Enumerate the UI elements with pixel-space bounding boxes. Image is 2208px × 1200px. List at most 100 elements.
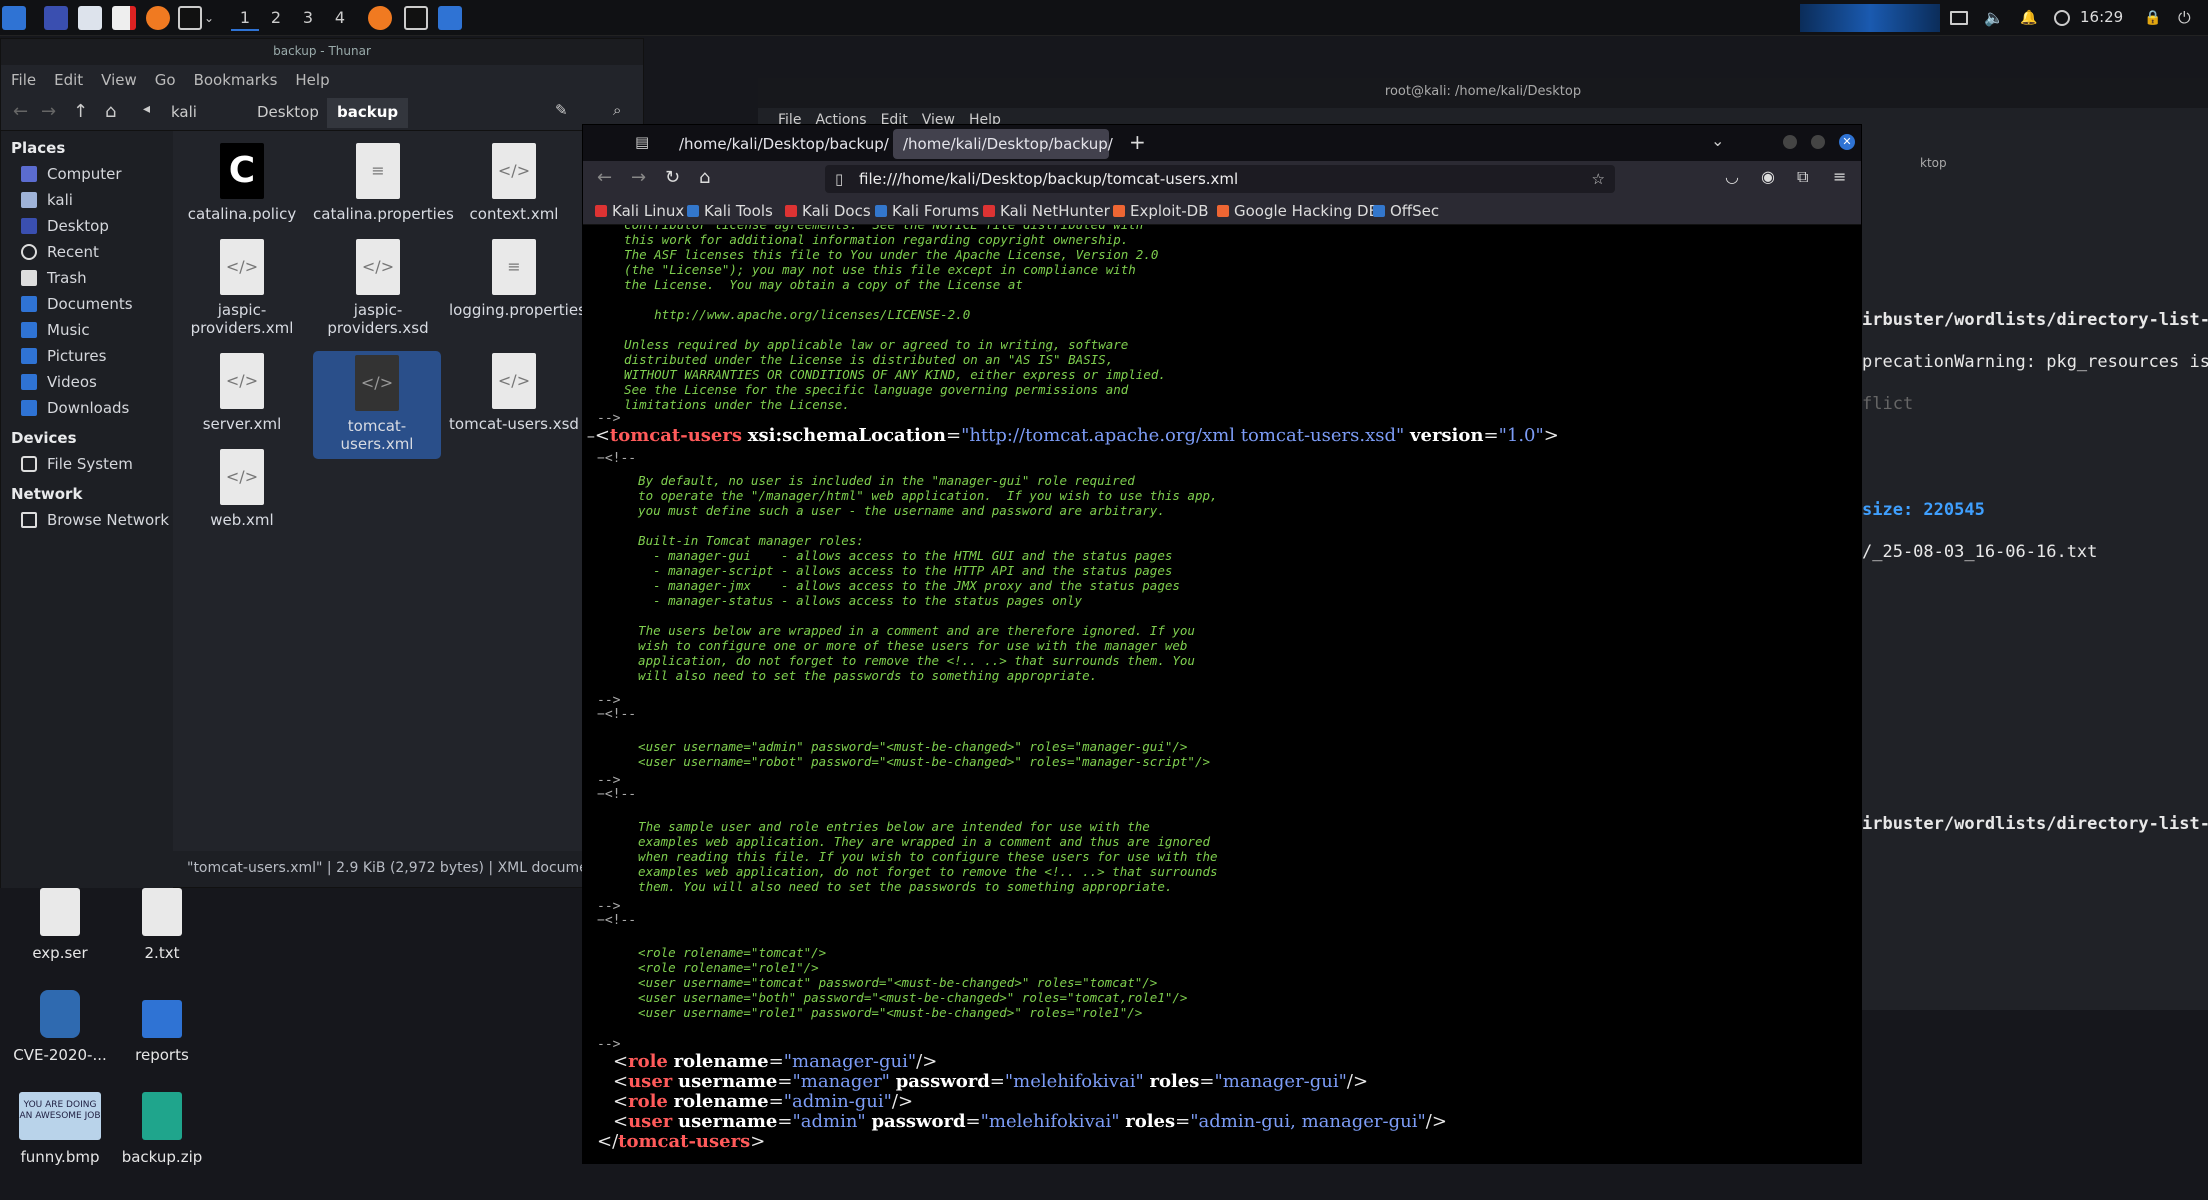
collapse-toggle[interactable]: − xyxy=(597,707,605,722)
file-item[interactable]: </> web.xml xyxy=(177,449,307,529)
workspace-3[interactable]: 3 xyxy=(294,5,322,31)
bookmark-item[interactable]: Kali Forums xyxy=(875,197,979,225)
reload-icon[interactable]: ↻ xyxy=(665,167,680,188)
chevron-down-icon[interactable]: ⌄ xyxy=(204,6,218,30)
tab-1[interactable]: /home/kali/Desktop/backup/✕ xyxy=(669,129,889,183)
menu-edit[interactable]: Edit xyxy=(54,71,83,89)
show-desktop-icon[interactable] xyxy=(44,6,68,30)
sidebar-item-file-system[interactable]: File System xyxy=(1,451,173,477)
sidebar-item-desktop[interactable]: Desktop xyxy=(1,213,173,239)
logout-icon[interactable]: ⏻ xyxy=(2178,6,2194,30)
menu-help[interactable]: Help xyxy=(295,71,329,89)
collapse-toggle[interactable]: − xyxy=(597,913,605,928)
file-item[interactable]: </> tomcat-users.xsd xyxy=(449,353,579,433)
desktop-icon-label: 2.txt xyxy=(144,944,180,962)
edit-path-icon[interactable]: ✎ xyxy=(555,101,568,119)
sidebar-item-documents[interactable]: Documents xyxy=(1,291,173,317)
pocket-icon[interactable]: ◡ xyxy=(1725,167,1739,186)
display-icon[interactable] xyxy=(1950,11,1968,25)
power-status-icon[interactable] xyxy=(2054,10,2070,26)
sidebar-item-recent[interactable]: Recent xyxy=(1,239,173,265)
bookmark-item[interactable]: Kali NetHunter xyxy=(983,197,1110,225)
bookmark-star-icon[interactable]: ☆ xyxy=(1592,165,1605,193)
account-icon[interactable]: ◉ xyxy=(1761,167,1775,186)
sidebar-item-videos[interactable]: Videos xyxy=(1,369,173,395)
home-icon[interactable]: ⌂ xyxy=(699,167,710,188)
folder-window-icon[interactable] xyxy=(438,6,462,30)
desktop-icon-backup-zip[interactable]: backup.zip xyxy=(102,1092,222,1166)
collapse-toggle[interactable]: − xyxy=(597,451,605,466)
file-item[interactable]: </> jaspic-providers.xsd xyxy=(313,239,443,337)
firefox-icon[interactable] xyxy=(146,6,170,30)
bookmark-item[interactable]: OffSec xyxy=(1373,197,1439,225)
terminal-window-icon[interactable] xyxy=(404,6,428,30)
menu-file[interactable]: File xyxy=(11,71,36,89)
drive-icon xyxy=(21,456,37,472)
kali-menu-icon[interactable] xyxy=(2,6,26,30)
sidebar-item-label: Videos xyxy=(47,373,97,391)
menu-view[interactable]: View xyxy=(101,71,137,89)
clock[interactable]: 16:29 xyxy=(2080,8,2123,26)
menu-go[interactable]: Go xyxy=(155,71,176,89)
lock-icon[interactable]: 🔒 xyxy=(2144,6,2161,30)
sidebar-item-computer[interactable]: Computer xyxy=(1,161,173,187)
new-tab-icon[interactable]: + xyxy=(1129,130,1146,154)
menu-bookmarks[interactable]: Bookmarks xyxy=(194,71,278,89)
path-left-icon[interactable]: ◂ xyxy=(143,101,150,117)
minimize-icon[interactable] xyxy=(1783,135,1797,149)
file-item[interactable]: </> server.xml xyxy=(177,353,307,433)
sidebar-item-downloads[interactable]: Downloads xyxy=(1,395,173,421)
menu-icon[interactable]: ≡ xyxy=(1833,167,1846,186)
bookmark-item[interactable]: Exploit-DB xyxy=(1113,197,1209,225)
home-icon[interactable]: ⌂ xyxy=(105,101,116,122)
back-arrow-icon[interactable]: ← xyxy=(597,167,612,188)
tab-list-icon[interactable]: ▤ xyxy=(635,133,649,151)
file-item[interactable]: Ccatalina.policy xyxy=(177,143,307,223)
terminal-output-area[interactable] xyxy=(1862,130,2208,1010)
terminal-icon[interactable] xyxy=(178,6,202,30)
desktop-icon-2-txt[interactable]: 2.txt xyxy=(102,888,222,962)
collapse-toggle[interactable]: − xyxy=(587,430,595,445)
sidebar-item-browse-network[interactable]: Browse Network xyxy=(1,507,173,533)
extensions-icon[interactable]: ⧉ xyxy=(1797,167,1808,187)
bookmark-item[interactable]: Kali Docs xyxy=(785,197,871,225)
sidebar-item-kali[interactable]: kali xyxy=(1,187,173,213)
workspace-2[interactable]: 2 xyxy=(262,5,290,31)
file-item[interactable]: ≡ catalina.properties xyxy=(313,143,454,223)
file-item-selected[interactable]: </> tomcat-users.xml xyxy=(313,351,441,459)
close-window-icon[interactable]: ✕ xyxy=(1839,134,1855,150)
bookmark-item[interactable]: Kali Linux xyxy=(595,197,684,225)
up-arrow-icon[interactable]: ↑ xyxy=(73,101,88,122)
file-item[interactable]: </> jaspic-providers.xml xyxy=(177,239,307,337)
chevron-down-icon[interactable]: ⌄ xyxy=(1711,131,1724,150)
url-bar[interactable]: ▯ file:///home/kali/Desktop/backup/tomcat… xyxy=(825,165,1615,193)
bookmark-item[interactable]: Kali Tools xyxy=(687,197,773,225)
file-manager-icon[interactable] xyxy=(78,6,102,30)
workspace-1[interactable]: 1 xyxy=(231,5,259,31)
file-item[interactable]: ≡ logging.properties xyxy=(449,239,586,319)
maximize-icon[interactable] xyxy=(1811,135,1825,149)
sidebar-item-pictures[interactable]: Pictures xyxy=(1,343,173,369)
search-icon[interactable]: ⌕ xyxy=(613,101,621,119)
firefox-window[interactable]: ▤ /home/kali/Desktop/backup/✕ /home/kali… xyxy=(582,124,1862,1164)
sidebar-item-trash[interactable]: Trash xyxy=(1,265,173,291)
thunar-window[interactable]: backup - Thunar File Edit View Go Bookmarks H… xyxy=(0,38,644,888)
sidebar-item-music[interactable]: Music xyxy=(1,317,173,343)
desktop-icon-reports[interactable]: reports xyxy=(102,990,222,1064)
workspace-4[interactable]: 4 xyxy=(326,5,354,31)
firefox-window-icon[interactable] xyxy=(368,6,392,30)
file-item[interactable]: </> context.xml xyxy=(449,143,579,223)
forward-arrow-icon[interactable]: → xyxy=(41,101,56,122)
tab-2-active[interactable]: /home/kali/Desktop/backup/✕ xyxy=(893,129,1113,183)
breadcrumb-desktop[interactable]: Desktop xyxy=(257,103,319,121)
text-editor-icon[interactable] xyxy=(112,6,136,30)
bookmark-item[interactable]: Google Hacking DB xyxy=(1217,197,1379,225)
breadcrumb-backup[interactable]: backup xyxy=(327,98,409,128)
xml-viewer[interactable]: contributor license agreements. See the … xyxy=(583,225,1861,1163)
forward-arrow-icon[interactable]: → xyxy=(631,167,646,188)
volume-icon[interactable]: 🔈 xyxy=(1984,6,2004,30)
notification-bell-icon[interactable]: 🔔 xyxy=(2020,6,2037,30)
breadcrumb-kali[interactable]: kali xyxy=(171,103,197,121)
back-arrow-icon[interactable]: ← xyxy=(13,101,28,122)
collapse-toggle[interactable]: − xyxy=(597,787,605,802)
